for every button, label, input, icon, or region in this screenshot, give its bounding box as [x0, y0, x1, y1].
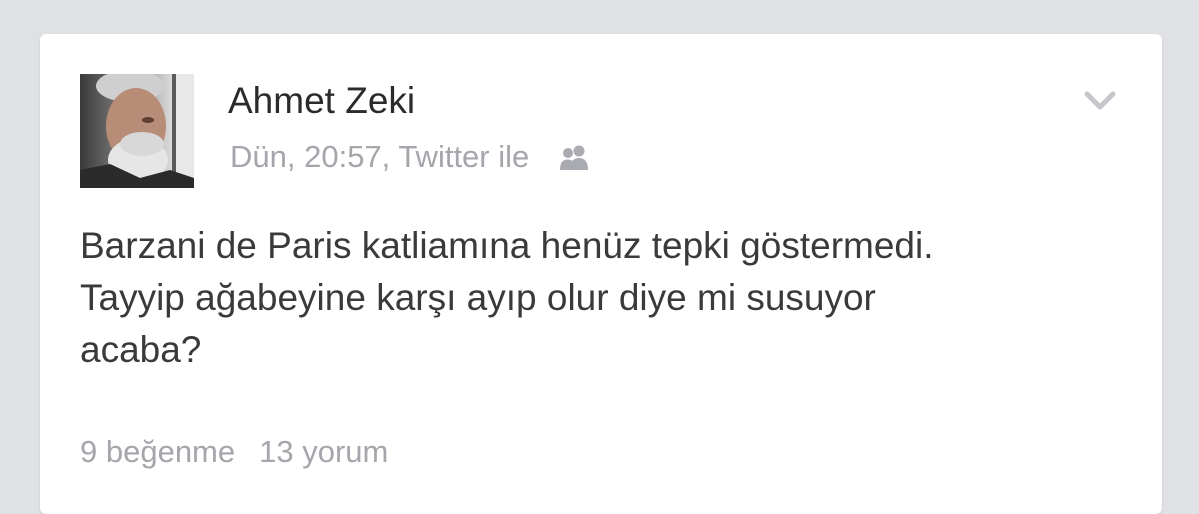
friends-icon[interactable] — [557, 144, 591, 170]
likes-count[interactable]: 9 beğenme — [80, 434, 235, 469]
post-footer: 9 beğenme 13 yorum — [80, 434, 388, 470]
post-text-line: Barzani de Paris katliamına henüz tepki … — [80, 225, 934, 266]
post-meta: Dün, 20:57, Twitter ile — [230, 139, 591, 175]
comments-count[interactable]: 13 yorum — [259, 434, 388, 469]
avatar[interactable] — [80, 74, 194, 188]
avatar-image — [80, 74, 194, 188]
post-text-line: acaba? — [80, 329, 202, 370]
post-timestamp[interactable]: Dün, 20:57, Twitter ile — [230, 139, 529, 175]
chevron-down-icon[interactable] — [1084, 90, 1116, 112]
post-card: Ahmet Zeki Dün, 20:57, Twitter ile Barza… — [40, 34, 1162, 514]
author-name[interactable]: Ahmet Zeki — [228, 80, 415, 122]
post-text-line: Tayyip ağabeyine karşı ayıp olur diye mi… — [80, 277, 876, 318]
post-text: Barzani de Paris katliamına henüz tepki … — [80, 220, 1140, 376]
